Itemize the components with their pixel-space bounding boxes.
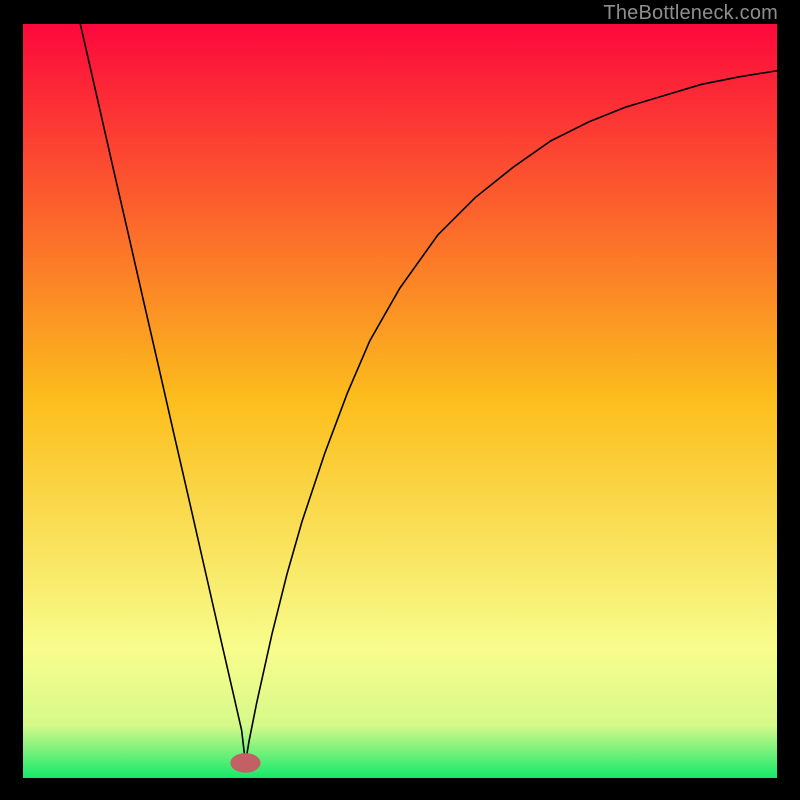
- watermark-label: TheBottleneck.com: [603, 2, 778, 25]
- minimum-marker: [230, 753, 260, 773]
- chart-plot: [23, 24, 777, 778]
- chart-frame: [23, 24, 777, 778]
- gradient-bg: [23, 24, 777, 778]
